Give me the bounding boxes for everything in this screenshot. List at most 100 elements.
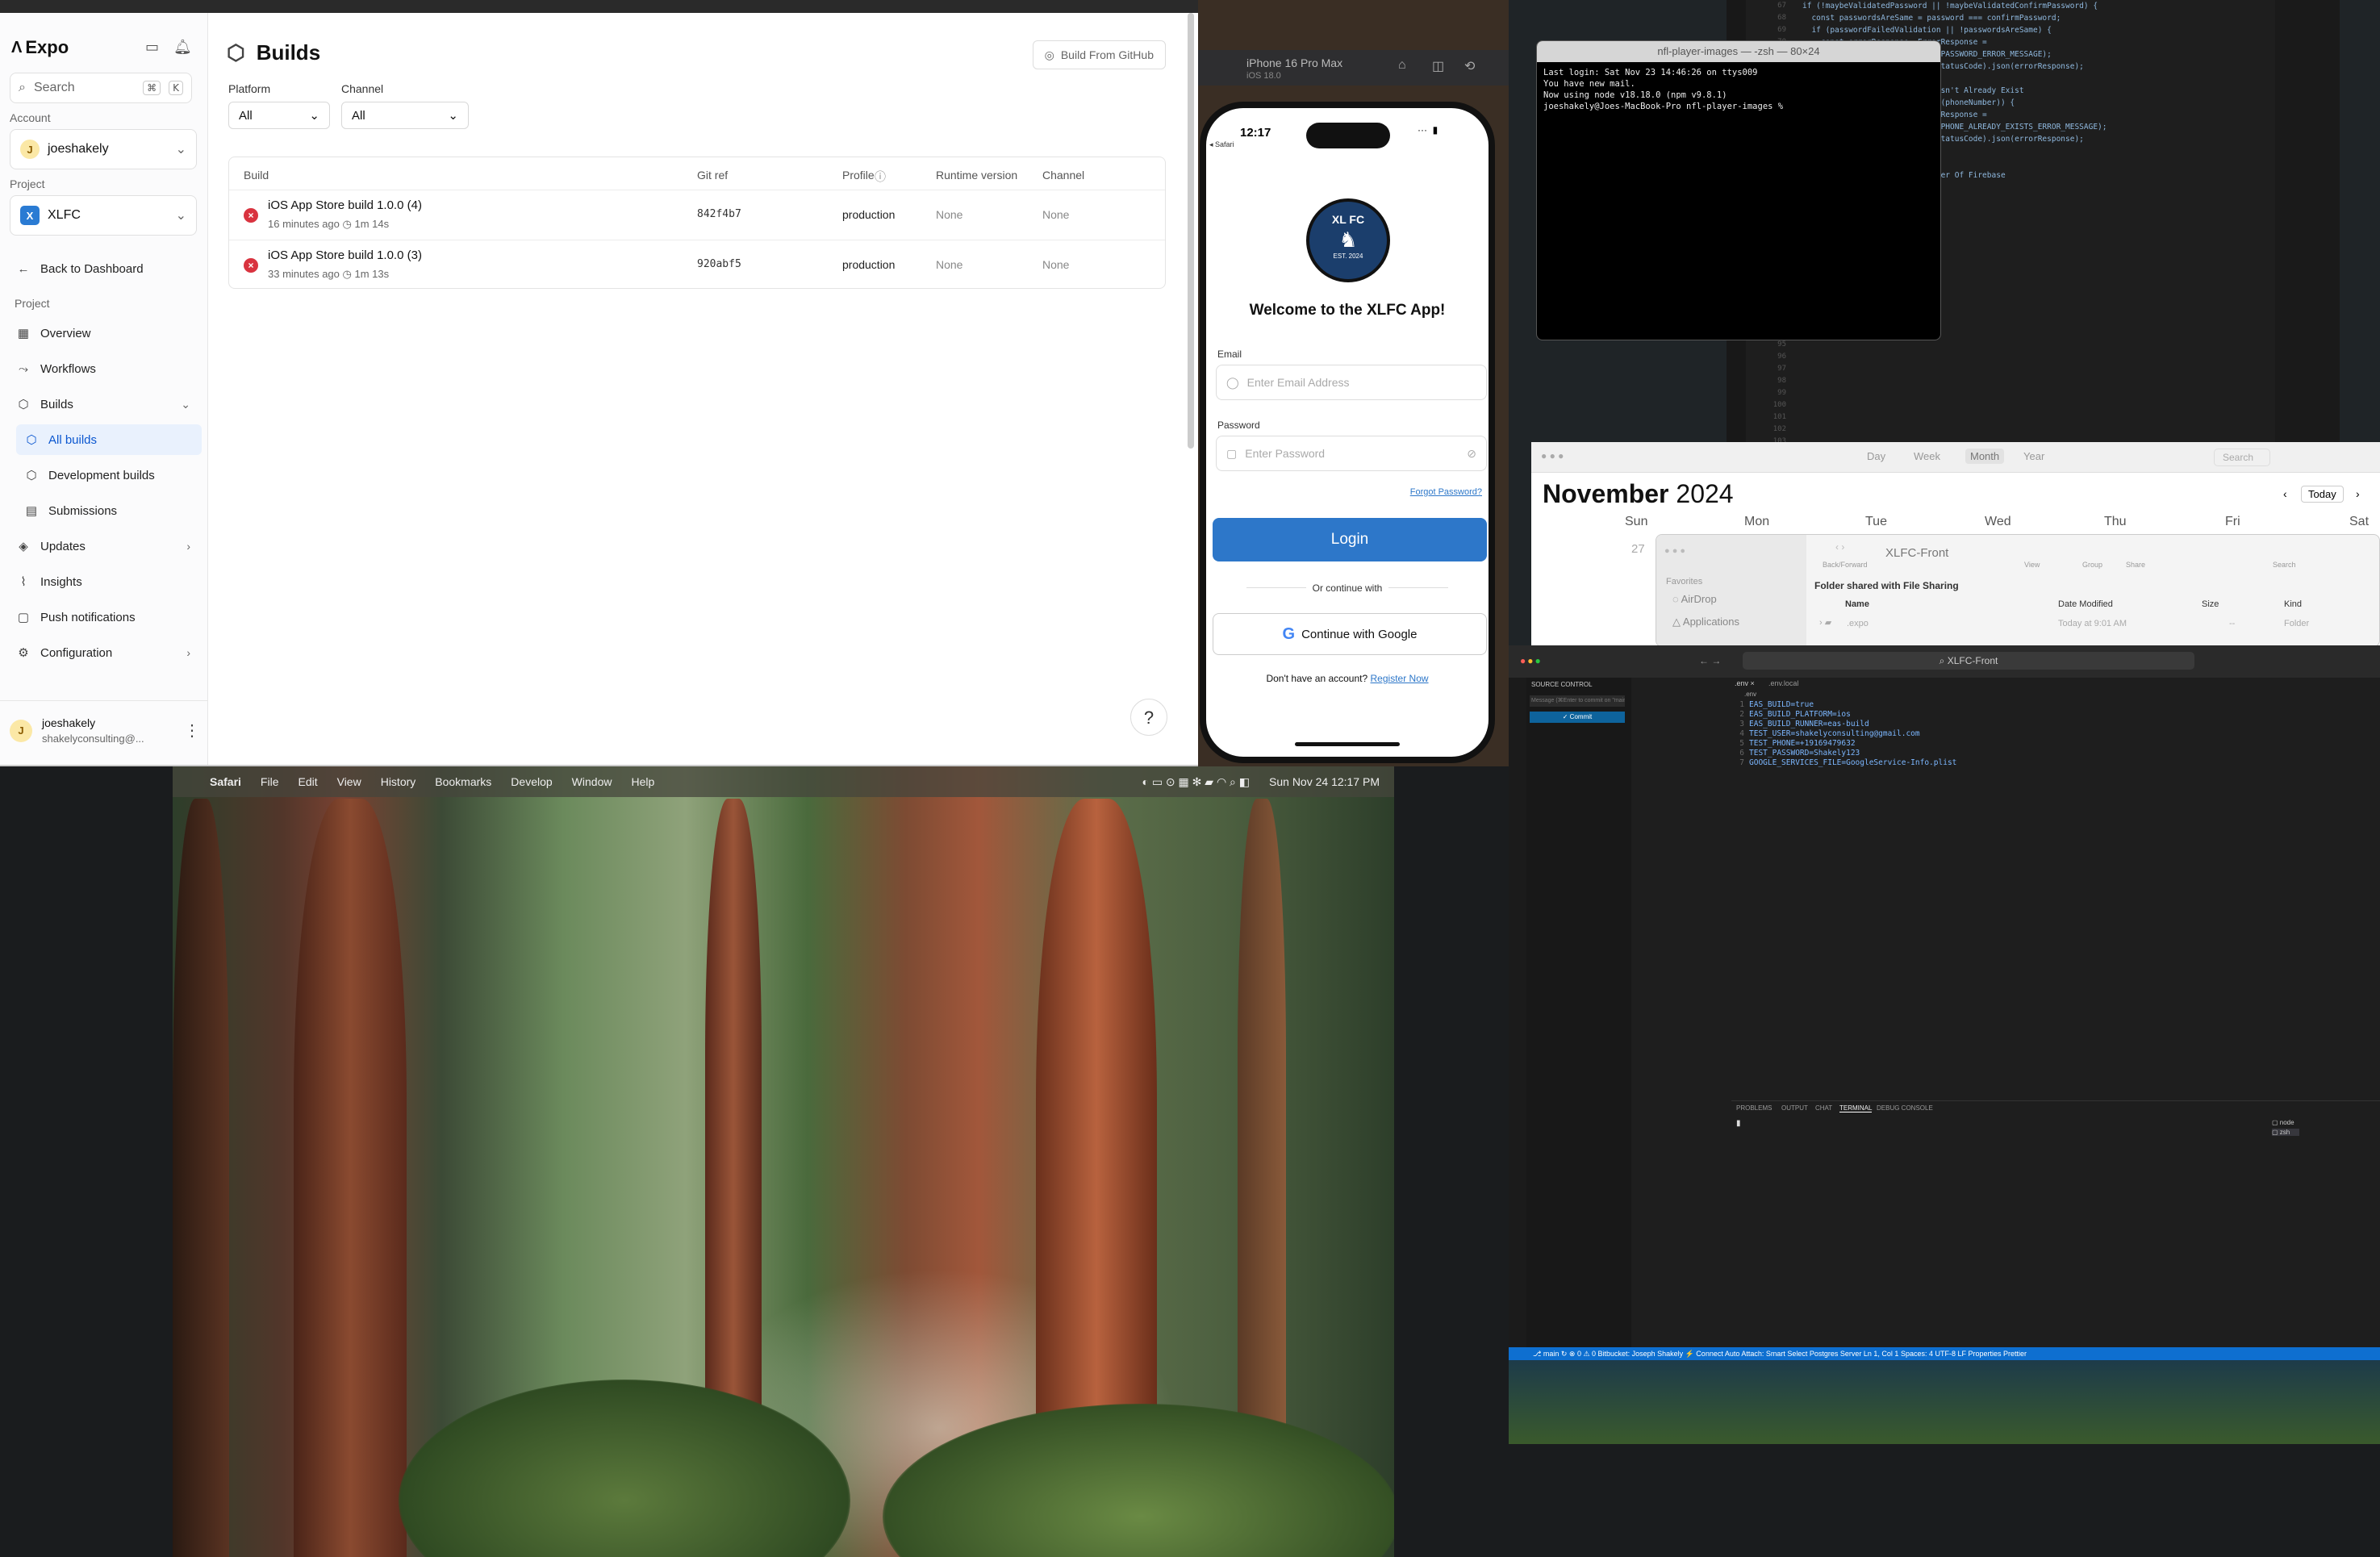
sidebar-item-push-notifications[interactable]: ▢ Push notifications — [8, 602, 198, 632]
config-icon: ⚙ — [18, 646, 29, 660]
ios-simulator: iPhone 16 Pro Max iOS 18.0 ⌂ ◫ ⟲ 12:17 ◂… — [1198, 0, 1509, 766]
column-header-size[interactable]: Size — [2202, 599, 2219, 609]
sidebar-item-workflows[interactable]: ⤳ Workflows — [8, 353, 198, 384]
nav-arrows-icon[interactable]: ← → — [1699, 655, 1721, 666]
back-to-app-link[interactable]: ◂ Safari — [1209, 140, 1234, 149]
tab-week[interactable]: Week — [1914, 450, 1940, 462]
search-input[interactable]: ⌕ Search ⌘ K — [10, 73, 192, 103]
git-ref[interactable]: 920abf5 — [697, 258, 741, 270]
platform-filter-select[interactable]: All ⌄ — [228, 102, 330, 129]
table-row[interactable]: × iOS App Store build 1.0.0 (3) 33 minut… — [229, 240, 1165, 288]
password-field[interactable]: ▢ Enter Password ⊘ — [1216, 436, 1487, 471]
next-month-icon[interactable]: › — [2356, 487, 2360, 500]
editor-tab-env[interactable]: .env × — [1735, 679, 1755, 687]
account-selector[interactable]: J joeshakely ⌄ — [10, 129, 197, 169]
tab-year[interactable]: Year — [2023, 450, 2044, 462]
forgot-password-link[interactable]: Forgot Password? — [1410, 487, 1482, 497]
menu-item-develop[interactable]: Develop — [511, 775, 552, 788]
calendar-date[interactable]: 27 — [1631, 542, 1645, 556]
page-scrollbar[interactable] — [1188, 13, 1194, 449]
today-button[interactable]: Today — [2301, 486, 2344, 503]
terminal-list-item[interactable]: ▢ zsh — [2272, 1129, 2300, 1136]
screenshot-icon[interactable]: ◫ — [1432, 58, 1444, 74]
window-top-strip — [0, 0, 1198, 13]
prev-month-icon[interactable]: ‹ — [2283, 487, 2287, 500]
menu-item-edit[interactable]: Edit — [298, 775, 317, 788]
user-menu[interactable]: J joeshakely shakelyconsulting@... ⋮ — [10, 716, 200, 745]
git-ref[interactable]: 842f4b7 — [697, 208, 741, 220]
sidebar-item-all-builds[interactable]: ⬡ All builds — [16, 424, 202, 455]
status-bar[interactable]: ⎇ main ↻ ⊗ 0 ⚠ 0 Bitbucket: Joseph Shake… — [1509, 1347, 2380, 1360]
year: 2024 — [1676, 479, 1734, 508]
window-controls-icon[interactable]: ●●● — [1520, 655, 1543, 666]
menu-item-window[interactable]: Window — [572, 775, 612, 788]
help-button[interactable]: ? — [1130, 699, 1167, 736]
book-icon[interactable]: ▭ — [145, 39, 159, 56]
panel-tab-output[interactable]: OUTPUT — [1781, 1104, 1808, 1112]
sidebar-item-configuration[interactable]: ⚙ Configuration › — [8, 637, 198, 668]
file-kind: Folder — [2284, 619, 2310, 628]
column-header-date[interactable]: Date Modified — [2058, 599, 2113, 609]
panel-tab-debug-console[interactable]: DEBUG CONSOLE — [1877, 1104, 1933, 1112]
lock-icon: ▢ — [1226, 446, 1238, 460]
expo-logo-icon: Λ — [11, 38, 23, 56]
login-button[interactable]: Login — [1213, 518, 1487, 561]
channel-filter-select[interactable]: All ⌄ — [341, 102, 469, 129]
panel-tab-terminal[interactable]: TERMINAL — [1839, 1104, 1873, 1112]
menu-bar-clock[interactable]: Sun Nov 24 12:17 PM — [1269, 775, 1380, 788]
expo-logo[interactable]: Λ Expo — [11, 37, 69, 58]
window-controls-icon[interactable]: ● ● ● — [1541, 450, 1564, 461]
commit-message-input[interactable]: Message (⌘Enter to commit on "main") — [1530, 695, 1625, 707]
sidebar-item-updates[interactable]: ◈ Updates › — [8, 531, 198, 561]
window-controls-icon[interactable]: ● ● ● — [1664, 546, 1685, 556]
info-icon[interactable]: ⓘ — [875, 169, 886, 185]
rotate-icon[interactable]: ⟲ — [1464, 58, 1475, 74]
more-vertical-icon[interactable]: ⋮ — [184, 720, 200, 741]
column-header-runtime: Runtime version — [936, 169, 1018, 182]
column-header-profile: Profile — [842, 169, 875, 182]
sidebar-item-development-builds[interactable]: ⬡ Development builds — [16, 460, 202, 490]
menu-item-bookmarks[interactable]: Bookmarks — [435, 775, 491, 788]
eye-off-icon[interactable]: ⊘ — [1467, 447, 1476, 461]
calendar-search[interactable]: Search — [2214, 449, 2271, 466]
register-now-link[interactable]: Register Now — [1371, 673, 1429, 684]
menu-extras-icon[interactable]: ◐ ▭ ⊙ ▦ ✻ ▰ ◠ ⌕ ◧ — [1142, 775, 1250, 789]
panel-tab-problems[interactable]: PROBLEMS — [1736, 1104, 1772, 1112]
editor-tab-env-local[interactable]: .env.local — [1768, 679, 1798, 687]
tab-month[interactable]: Month — [1965, 449, 2005, 464]
back-to-dashboard-link[interactable]: ← Back to Dashboard — [8, 253, 198, 284]
tab-day[interactable]: Day — [1867, 450, 1885, 462]
bell-icon[interactable]: 🔔︎ — [173, 39, 192, 56]
terminal-window[interactable]: nfl-player-images — -zsh — 80×24 Last lo… — [1536, 40, 1941, 340]
sidebar-item-airdrop[interactable]: ◌ AirDrop — [1672, 593, 1717, 605]
terminal-list-item[interactable]: ▢ node — [2272, 1119, 2294, 1126]
file-row[interactable]: › ▰ .expo Today at 9:01 AM -- Folder — [1814, 616, 2379, 633]
column-header-kind[interactable]: Kind — [2284, 599, 2302, 609]
sidebar-item-builds[interactable]: ⬡ Builds ⌄ — [8, 389, 198, 420]
back-forward-icon[interactable]: ‹ › — [1835, 541, 1844, 553]
code-minimap[interactable] — [2275, 0, 2340, 442]
menu-item-view[interactable]: View — [337, 775, 361, 788]
build-from-github-button[interactable]: ◎ Build From GitHub — [1032, 40, 1166, 69]
table-row[interactable]: × iOS App Store build 1.0.0 (4) 16 minut… — [229, 190, 1165, 240]
terminal-cursor[interactable]: ▮ — [1736, 1119, 1741, 1128]
project-selector[interactable]: X XLFC ⌄ — [10, 195, 197, 236]
terminal-output[interactable]: Last login: Sat Nov 23 14:46:26 on ttys0… — [1537, 62, 1940, 117]
panel-tab-chat[interactable]: CHAT — [1815, 1104, 1832, 1112]
email-field[interactable]: ◯ Enter Email Address — [1216, 365, 1487, 400]
menu-item-help[interactable]: Help — [631, 775, 654, 788]
menu-item-file[interactable]: File — [261, 775, 279, 788]
commit-button[interactable]: ✓ Commit — [1530, 712, 1625, 723]
menu-app-name[interactable]: Safari — [210, 775, 241, 788]
expo-window: Λ Expo ▭ 🔔︎ ⌕ Search ⌘ K Account J joesh… — [0, 0, 1198, 766]
command-center[interactable]: ⌕ XLFC-Front — [1743, 652, 2194, 670]
sidebar-item-overview[interactable]: ▦ Overview — [8, 318, 198, 349]
env-file-content[interactable]: EAS_BUILD=true EAS_BUILD_PLATFORM=ios EA… — [1749, 700, 1956, 768]
sidebar-item-submissions[interactable]: ▤ Submissions — [16, 495, 202, 526]
column-header-name[interactable]: Name — [1845, 599, 1869, 609]
google-signin-button[interactable]: G Continue with Google — [1213, 613, 1487, 655]
sidebar-item-applications[interactable]: △ Applications — [1672, 616, 1739, 628]
sidebar-item-insights[interactable]: ⌇ Insights — [8, 566, 198, 597]
home-icon[interactable]: ⌂ — [1398, 58, 1406, 73]
menu-item-history[interactable]: History — [381, 775, 416, 788]
